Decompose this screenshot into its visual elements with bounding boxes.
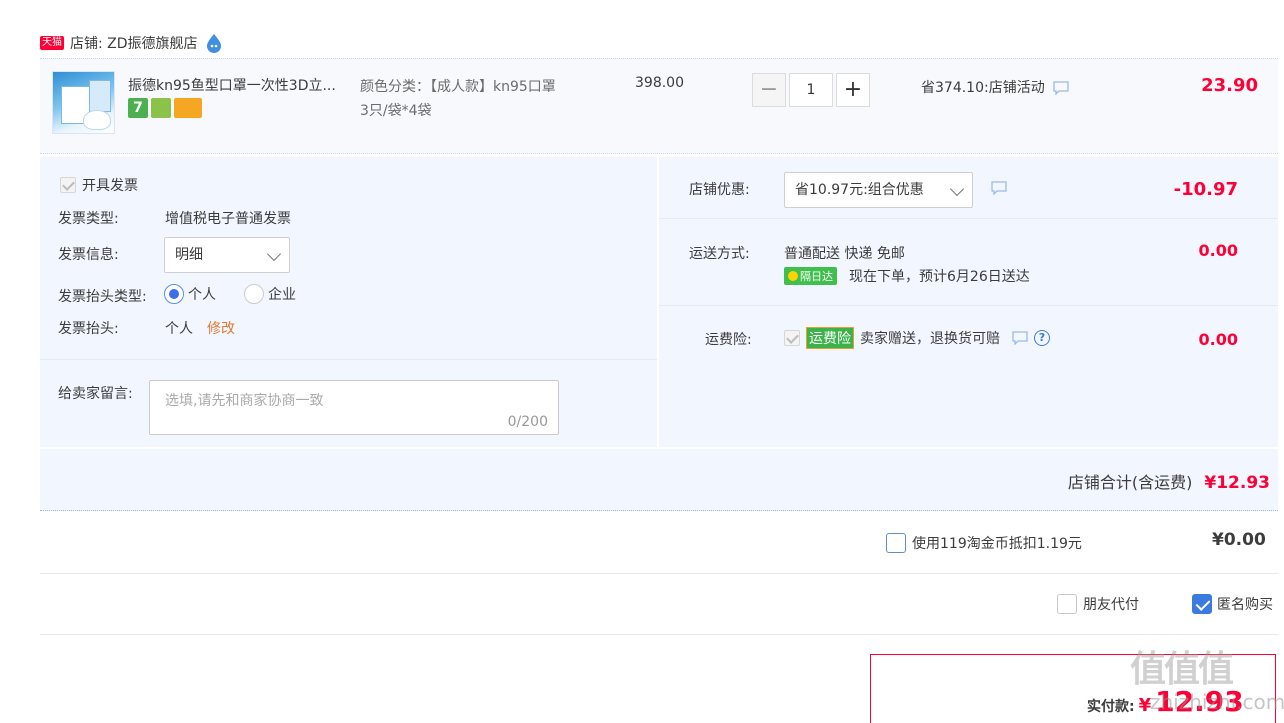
store-header: 天猫 店铺: ZD振德旗舰店 [40,30,224,56]
comment-icon[interactable] [991,181,1007,195]
payment-label: 实付款: [1087,699,1135,715]
invoice-info-select[interactable]: 明细 [164,237,290,273]
comment-icon[interactable] [1053,81,1069,96]
card-payment-icon [174,98,202,118]
delivery-panel: 店铺优惠: 省10.97元:组合优惠 -10.97 运送方式: 普通配送 快递 … [659,157,1278,447]
insurance-text: 卖家赠送，退换货可赔 [860,331,1000,347]
invoice-info-label: 发票信息: [58,247,119,263]
coins-checkbox[interactable] [886,533,906,553]
coins-amount: ¥0.00 [1212,530,1266,550]
invoice-header-label: 发票抬头: [58,321,119,337]
seven-day-return-icon: 7 [128,98,148,118]
divider [40,573,1278,574]
insurance-label: 运费险: [705,332,752,348]
invoice-checkbox-label: 开具发票 [82,178,138,194]
invoice-toggle[interactable]: 开具发票 [60,175,138,195]
wangwang-chat-icon[interactable] [204,33,224,53]
invoice-header-type-label: 发票抬头类型: [58,289,147,305]
radio-company-label: 企业 [268,287,296,303]
quantity-plus-button[interactable]: + [836,73,870,107]
quantity-minus-button[interactable]: − [752,73,786,107]
friend-pay-option[interactable]: 朋友代付 [1057,594,1139,614]
order-item-row: 振德kn95鱼型口罩一次性3D立... 7 颜色分类：【成人款】kn95口罩 3… [40,58,1278,154]
insurance-checkbox[interactable] [784,330,800,346]
shop-discount-value: 省10.97元:组合优惠 [795,182,924,198]
invoice-type-value: 增值税电子普通发票 [165,211,291,227]
divider [659,218,1278,219]
invoice-type-label: 发票类型: [58,211,119,227]
radio-personal-button[interactable] [164,284,184,304]
divider [40,634,1278,635]
quantity-input[interactable]: 1 [789,73,833,107]
watermark-logo: 值值值 [1130,649,1234,690]
memo-input[interactable]: 选填,请先和商家协商一致 0/200 [149,380,559,435]
friend-pay-checkbox[interactable] [1057,594,1077,614]
coins-option[interactable]: 使用119淘金币抵扣1.19元 [886,533,1082,553]
store-subtotal-bar: 店铺合计(含运费) ¥12.93 [40,449,1278,511]
guarantee-icon [151,98,171,118]
shipping-eta: 隔日达 现在下单，预计6月26日送达 [784,266,1030,286]
store-name-link[interactable]: 店铺: ZD振德旗舰店 [70,33,198,53]
item-discount: 省374.10:店铺活动 [921,77,1069,97]
product-thumbnail[interactable] [52,71,115,134]
insurance-badge: 运费险 [806,327,854,349]
watermark-url: zhizhizhi.com [1150,690,1284,714]
shipping-method: 普通配送 快递 免邮 [784,246,905,262]
sku-color: 颜色分类：【成人款】kn95口罩 [360,79,556,95]
product-title-link[interactable]: 振德kn95鱼型口罩一次性3D立... [128,75,356,95]
anonymous-checkbox[interactable] [1192,594,1212,614]
insurance-row: 运费险 卖家赠送，退换货可赔 ? [784,327,1050,349]
memo-counter: 0/200 [507,414,548,430]
unit-price: 398.00 [635,75,684,91]
next-day-badge-text: 隔日达 [800,270,833,283]
insurance-amount: 0.00 [1198,330,1238,349]
shop-discount-select[interactable]: 省10.97元:组合优惠 [784,172,973,208]
shipping-label: 运送方式: [689,246,750,262]
item-total: 23.90 [1201,75,1258,96]
radio-personal[interactable]: 个人 [164,284,216,304]
store-subtotal-label: 店铺合计(含运费) [1067,473,1193,492]
invoice-edit-link[interactable]: 修改 [207,318,235,338]
shipping-amount: 0.00 [1198,241,1238,260]
help-icon[interactable]: ? [1034,330,1050,346]
radio-personal-label: 个人 [188,287,216,303]
invoice-info-value: 明细 [175,247,203,263]
item-discount-text: 省374.10:店铺活动 [921,80,1045,96]
invoice-panel: 开具发票 发票类型: 增值税电子普通发票 发票信息: 明细 发票抬头类型: 个人… [40,157,657,447]
lightning-icon [788,271,798,281]
divider [40,359,657,360]
sku-info: 颜色分类：【成人款】kn95口罩 3只/袋*4袋 [360,75,600,123]
invoice-header-value: 个人 [165,321,193,337]
next-day-badge: 隔日达 [784,267,837,285]
service-icons: 7 [128,98,202,118]
invoice-checkbox[interactable] [60,177,76,193]
anonymous-option[interactable]: 匿名购买 [1192,594,1273,614]
divider [659,305,1278,306]
chevron-down-icon [266,246,282,262]
tmall-icon: 天猫 [40,36,64,50]
radio-company-button[interactable] [244,284,264,304]
sku-spec: 3只/袋*4袋 [360,103,432,119]
radio-company[interactable]: 企业 [244,284,296,304]
coins-label: 使用119淘金币抵扣1.19元 [912,536,1082,552]
memo-label: 给卖家留言: [58,386,133,402]
friend-pay-label: 朋友代付 [1083,597,1139,613]
quantity-stepper: − 1 + [752,73,870,107]
anonymous-label: 匿名购买 [1217,597,1273,613]
store-subtotal-amount: ¥12.93 [1204,473,1270,493]
store-subtotal: 店铺合计(含运费) ¥12.93 [1068,469,1270,493]
shipping-eta-text: 现在下单，预计6月26日送达 [849,269,1030,285]
chevron-down-icon [949,181,965,197]
shop-discount-amount: -10.97 [1173,179,1238,200]
shop-discount-label: 店铺优惠: [689,182,750,198]
comment-icon[interactable] [1012,331,1028,345]
memo-placeholder: 选填,请先和商家协商一致 [165,393,324,409]
